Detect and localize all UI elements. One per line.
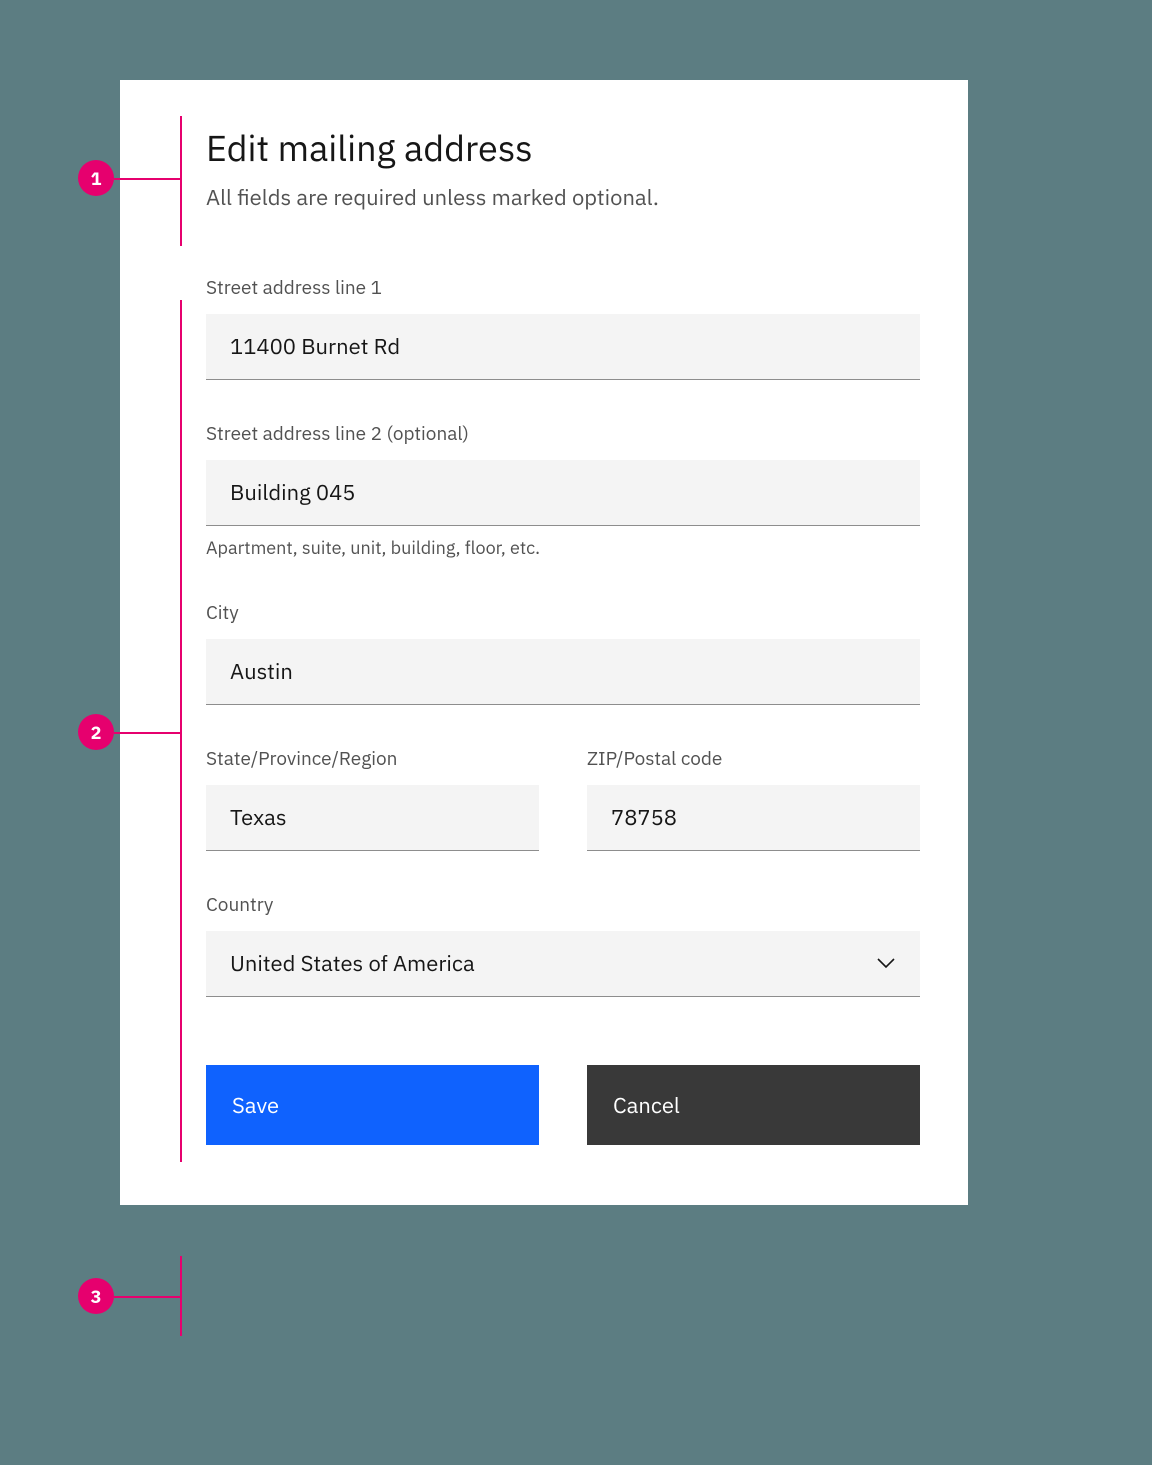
row-state-zip: State/Province/Region ZIP/Postal code bbox=[206, 747, 920, 851]
form-subtitle: All fields are required unless marked op… bbox=[206, 183, 920, 212]
select-country[interactable]: United States of America bbox=[206, 931, 920, 997]
label-city: City bbox=[206, 601, 920, 625]
annotation-guide bbox=[114, 732, 180, 734]
save-button[interactable]: Save bbox=[206, 1065, 539, 1145]
label-state: State/Province/Region bbox=[206, 747, 539, 771]
label-zip: ZIP/Postal code bbox=[587, 747, 920, 771]
annotation-guide bbox=[180, 300, 182, 1162]
input-city[interactable] bbox=[206, 639, 920, 705]
input-state[interactable] bbox=[206, 785, 539, 851]
helper-street2: Apartment, suite, unit, building, floor,… bbox=[206, 536, 920, 559]
field-zip: ZIP/Postal code bbox=[587, 747, 920, 851]
field-street2: Street address line 2 (optional) Apartme… bbox=[206, 422, 920, 559]
input-street2[interactable] bbox=[206, 460, 920, 526]
annotation-guide bbox=[114, 178, 180, 180]
form-title: Edit mailing address bbox=[206, 124, 920, 171]
cancel-button[interactable]: Cancel bbox=[587, 1065, 920, 1145]
form-panel: Edit mailing address All fields are requ… bbox=[120, 80, 968, 1205]
label-country: Country bbox=[206, 893, 920, 917]
field-city: City bbox=[206, 601, 920, 705]
field-country: Country United States of America bbox=[206, 893, 920, 997]
annotation-marker-2: 2 bbox=[78, 714, 114, 750]
annotation-marker-1: 1 bbox=[78, 160, 114, 196]
annotation-guide bbox=[180, 116, 182, 246]
input-zip[interactable] bbox=[587, 785, 920, 851]
form-actions: Save Cancel bbox=[206, 1065, 920, 1145]
field-street1: Street address line 1 bbox=[206, 276, 920, 380]
annotation-guide bbox=[180, 1256, 182, 1336]
field-state: State/Province/Region bbox=[206, 747, 539, 851]
label-street2: Street address line 2 (optional) bbox=[206, 422, 920, 446]
input-street1[interactable] bbox=[206, 314, 920, 380]
form-header: Edit mailing address All fields are requ… bbox=[206, 124, 920, 212]
annotation-marker-3: 3 bbox=[78, 1278, 114, 1314]
annotation-guide bbox=[114, 1296, 180, 1298]
label-street1: Street address line 1 bbox=[206, 276, 920, 300]
